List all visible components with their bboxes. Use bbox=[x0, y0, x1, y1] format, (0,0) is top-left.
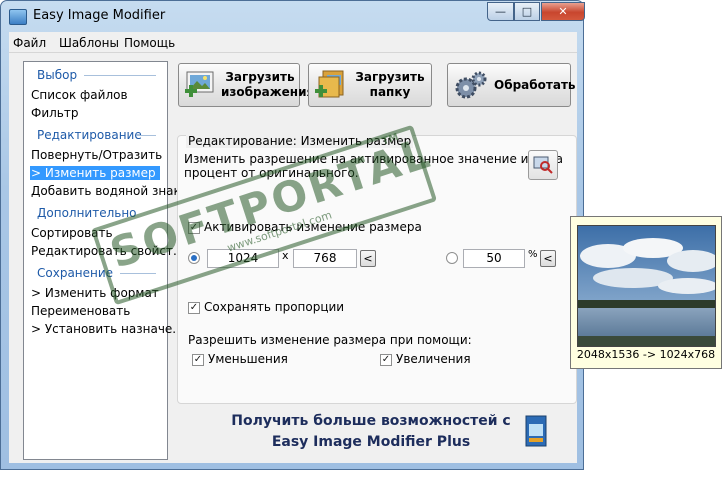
sidebar-item-rename[interactable]: Переименовать bbox=[31, 304, 130, 318]
menu-file[interactable]: Файл bbox=[13, 36, 46, 50]
enlarge-checkbox[interactable]: ✓ bbox=[380, 354, 392, 366]
sidebar-item-watermark[interactable]: Добавить водяной знак bbox=[31, 184, 181, 198]
preview-caption: 2048x1536 -> 1024x768 bbox=[576, 348, 716, 361]
plus-box-icon bbox=[525, 415, 547, 447]
app-icon bbox=[9, 9, 27, 25]
window-title: Easy Image Modifier bbox=[33, 8, 166, 23]
sidebar-item-file-list[interactable]: Список файлов bbox=[31, 88, 128, 102]
sidebar-item-resize[interactable]: > Изменить размер bbox=[30, 166, 160, 180]
preview-tooltip: 2048x1536 -> 1024x768 bbox=[570, 216, 722, 369]
sidebar-section-editing: Редактирование bbox=[37, 128, 142, 142]
load-folder-label-2: папку bbox=[369, 85, 411, 99]
pixels-back-button[interactable]: < bbox=[360, 250, 376, 267]
promo-line-2: Easy Image Modifier Plus bbox=[271, 434, 471, 450]
load-images-button[interactable]: Загрузить изображения bbox=[178, 63, 315, 107]
enlarge-label: Увеличения bbox=[396, 352, 471, 366]
load-folder-label-1: Загрузить bbox=[355, 70, 425, 84]
keep-ratio-label: Сохранять пропорции bbox=[204, 300, 345, 314]
allow-resize-title: Разрешить изменение размера при помощи: bbox=[188, 333, 472, 347]
promo-link[interactable]: Получить больше возможностей с Easy Imag… bbox=[221, 411, 521, 453]
percent-radio[interactable] bbox=[446, 252, 458, 264]
keep-ratio-checkbox[interactable]: ✓ bbox=[188, 302, 200, 314]
landscape-photo bbox=[578, 226, 715, 346]
load-folder-icon bbox=[315, 70, 344, 98]
client-area: Выбор Список файлов Фильтр Редактировани… bbox=[9, 53, 577, 463]
zoom-preview-icon bbox=[533, 156, 553, 174]
maximize-button[interactable]: □ bbox=[514, 2, 540, 21]
gears-icon bbox=[455, 71, 487, 99]
process-button[interactable]: Обработать bbox=[447, 63, 576, 107]
section-divider bbox=[84, 75, 156, 76]
minimize-button[interactable]: — bbox=[487, 2, 514, 21]
percent-input[interactable]: 50 bbox=[463, 249, 525, 268]
sidebar-item-rotate[interactable]: Повернуть/Отразить bbox=[31, 148, 162, 162]
section-divider bbox=[136, 135, 156, 136]
process-label: Обработать bbox=[494, 78, 576, 92]
load-images-label-1: Загрузить bbox=[225, 70, 295, 84]
close-button[interactable]: ✕ bbox=[541, 2, 585, 21]
menu-templates[interactable]: Шаблоны bbox=[59, 36, 119, 50]
promo-line-1: Получить больше возможностей с bbox=[231, 413, 511, 429]
reduce-label: Уменьшения bbox=[208, 352, 288, 366]
sidebar-item-set-destination[interactable]: > Установить назначе... bbox=[31, 322, 184, 336]
menu-help[interactable]: Помощь bbox=[124, 36, 175, 50]
preview-button[interactable] bbox=[528, 150, 558, 180]
load-images-icon bbox=[185, 71, 214, 97]
title-bar[interactable]: Easy Image Modifier — □ ✕ bbox=[1, 1, 585, 31]
height-input[interactable]: 768 bbox=[293, 249, 357, 268]
sidebar-item-filter[interactable]: Фильтр bbox=[31, 106, 78, 120]
load-folder-button[interactable]: Загрузить папку bbox=[308, 63, 432, 107]
percent-sign: % bbox=[528, 249, 538, 260]
sidebar-section-save: Сохранение bbox=[37, 266, 114, 280]
reduce-checkbox[interactable]: ✓ bbox=[192, 354, 204, 366]
percent-back-button[interactable]: < bbox=[540, 250, 556, 267]
dimension-separator: x bbox=[282, 249, 289, 262]
sidebar-section-select: Выбор bbox=[37, 68, 78, 82]
preview-image bbox=[577, 225, 716, 347]
load-images-label-2: изображения bbox=[221, 85, 315, 99]
menu-bar: Файл Шаблоны Помощь bbox=[9, 32, 577, 53]
